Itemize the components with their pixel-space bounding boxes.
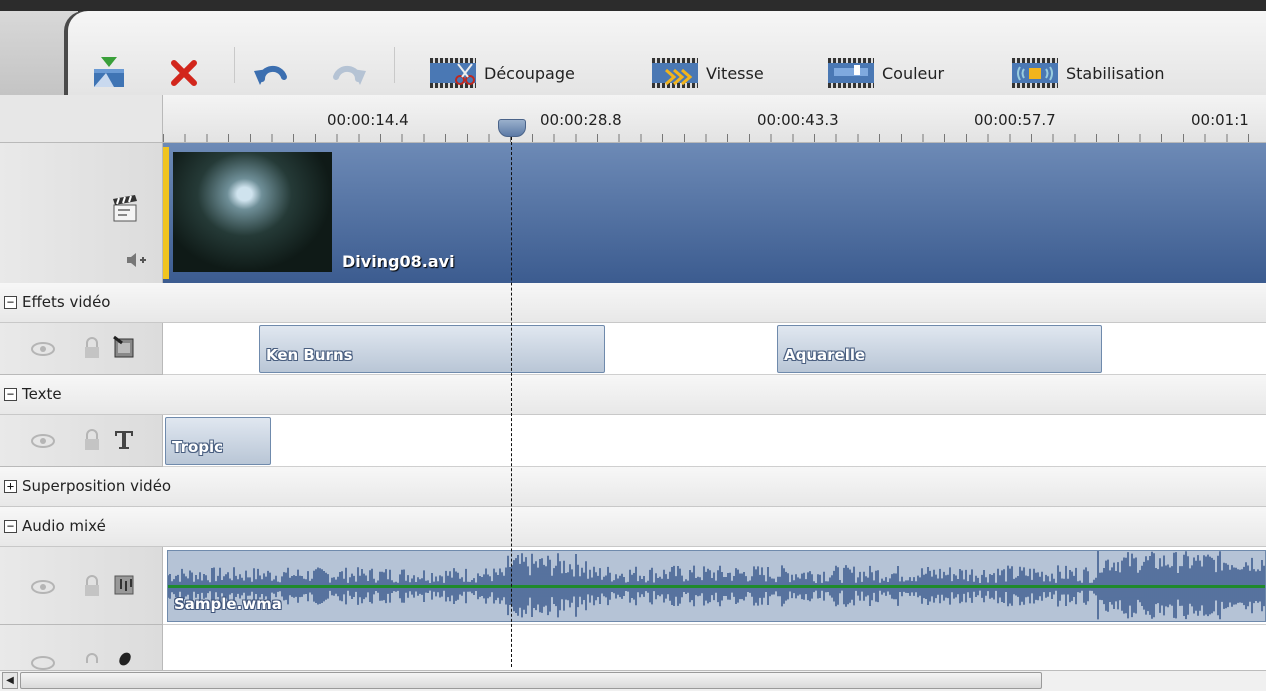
lock-icon[interactable] [84,337,100,359]
expand-toggle[interactable]: + [4,480,17,493]
effect-clip[interactable]: Aquarelle [777,325,1102,373]
audio-track-icon [114,575,134,595]
group-label: Audio mixé [22,517,106,535]
stabilization-film-icon [1012,58,1058,88]
collapse-toggle[interactable]: − [4,296,17,309]
group-label: Superposition vidéo [22,477,172,495]
ruler-ticks [163,134,1266,142]
split-icon [94,57,124,87]
text-track-header [0,415,163,467]
toolbar-top-strip [0,0,1266,11]
video-clip-name: Diving08.avi [342,252,455,271]
speed-button-label: Vitesse [706,63,764,83]
effect-clip[interactable]: Ken Burns [259,325,605,373]
effect-clip-label: Ken Burns [266,346,353,364]
ruler-tick-label: 00:00:43.3 [757,111,839,129]
ruler-tick-label: 00:00:57.7 [974,111,1056,129]
group-effects-video[interactable]: − Effets vidéo [0,283,1266,323]
ruler-tick-label: 00:01:1 [1191,111,1249,129]
color-button[interactable]: Couleur [828,51,944,95]
speed-button[interactable]: Vitesse [652,51,764,95]
undo-button[interactable] [254,51,288,95]
eye-icon[interactable] [30,579,56,595]
playhead-handle[interactable] [498,119,526,137]
color-button-label: Couleur [882,63,945,83]
collapse-toggle[interactable]: − [4,388,17,401]
clapperboard-icon [113,195,137,222]
lock-icon[interactable] [84,653,100,671]
delete-icon [171,60,197,86]
effect-clip-label: Aquarelle [784,346,866,364]
voice-track-lane[interactable] [163,625,1266,670]
audio-clip-label: Sample.wma [174,595,282,613]
text-clip-label: Tropic [172,438,224,456]
ruler-corner [0,95,163,143]
split-button[interactable] [92,51,126,95]
audio-clip[interactable]: Sample.wma [167,550,1266,622]
text-icon [115,431,133,449]
cut-button[interactable]: Découpage [430,51,575,95]
delete-button[interactable] [170,51,198,95]
scissors-film-icon [430,58,476,88]
video-clip-thumbnail[interactable] [173,152,332,272]
eye-icon[interactable] [30,341,56,357]
playhead-line [511,137,512,667]
cut-button-label: Découpage [484,63,575,83]
scrollbar-thumb[interactable] [20,672,1042,689]
eye-icon[interactable] [30,655,56,671]
group-video-overlay[interactable]: + Superposition vidéo [0,467,1266,507]
eye-icon[interactable] [30,433,56,449]
toolbar-separator [234,47,235,83]
toolbar-separator [394,47,395,83]
color-film-icon [828,58,874,88]
collapse-toggle[interactable]: − [4,520,17,533]
toolbar-left-area [0,11,78,95]
stabilization-button-label: Stabilisation [1066,63,1165,83]
group-text[interactable]: − Texte [0,375,1266,415]
scroll-left-arrow-icon[interactable]: ◀ [2,672,18,689]
toolbar-panel: Découpage Vitesse Couleur Stabilisation [68,11,1266,95]
undo-icon [254,66,287,85]
stabilization-button[interactable]: Stabilisation [1012,51,1165,95]
speed-film-icon [652,58,698,88]
text-track-lane[interactable]: Tropic [163,415,1266,467]
voice-track-header [0,625,163,670]
clip-start-marker [163,147,169,279]
group-audio-mix[interactable]: − Audio mixé [0,507,1266,547]
lock-icon[interactable] [84,429,100,451]
text-clip[interactable]: Tropic [165,417,271,465]
group-label: Effets vidéo [22,293,111,311]
effects-track-header [0,323,163,375]
lock-icon[interactable] [84,575,100,597]
audio-volume-line[interactable] [168,585,1265,588]
audio-track-header [0,547,163,625]
effects-icon [113,335,134,358]
redo-button[interactable] [332,51,366,95]
video-track-header [0,143,163,286]
microphone-icon [119,652,131,666]
redo-icon [333,66,366,85]
ruler-tick-label: 00:00:28.8 [540,111,622,129]
audio-add-icon[interactable] [125,251,147,269]
ruler-tick-label: 00:00:14.4 [327,111,409,129]
effects-track-lane[interactable]: Ken Burns Aquarelle [163,323,1266,375]
timeline-ruler[interactable]: 00:00:14.4 00:00:28.8 00:00:43.3 00:00:5… [163,95,1266,143]
group-label: Texte [22,385,62,403]
